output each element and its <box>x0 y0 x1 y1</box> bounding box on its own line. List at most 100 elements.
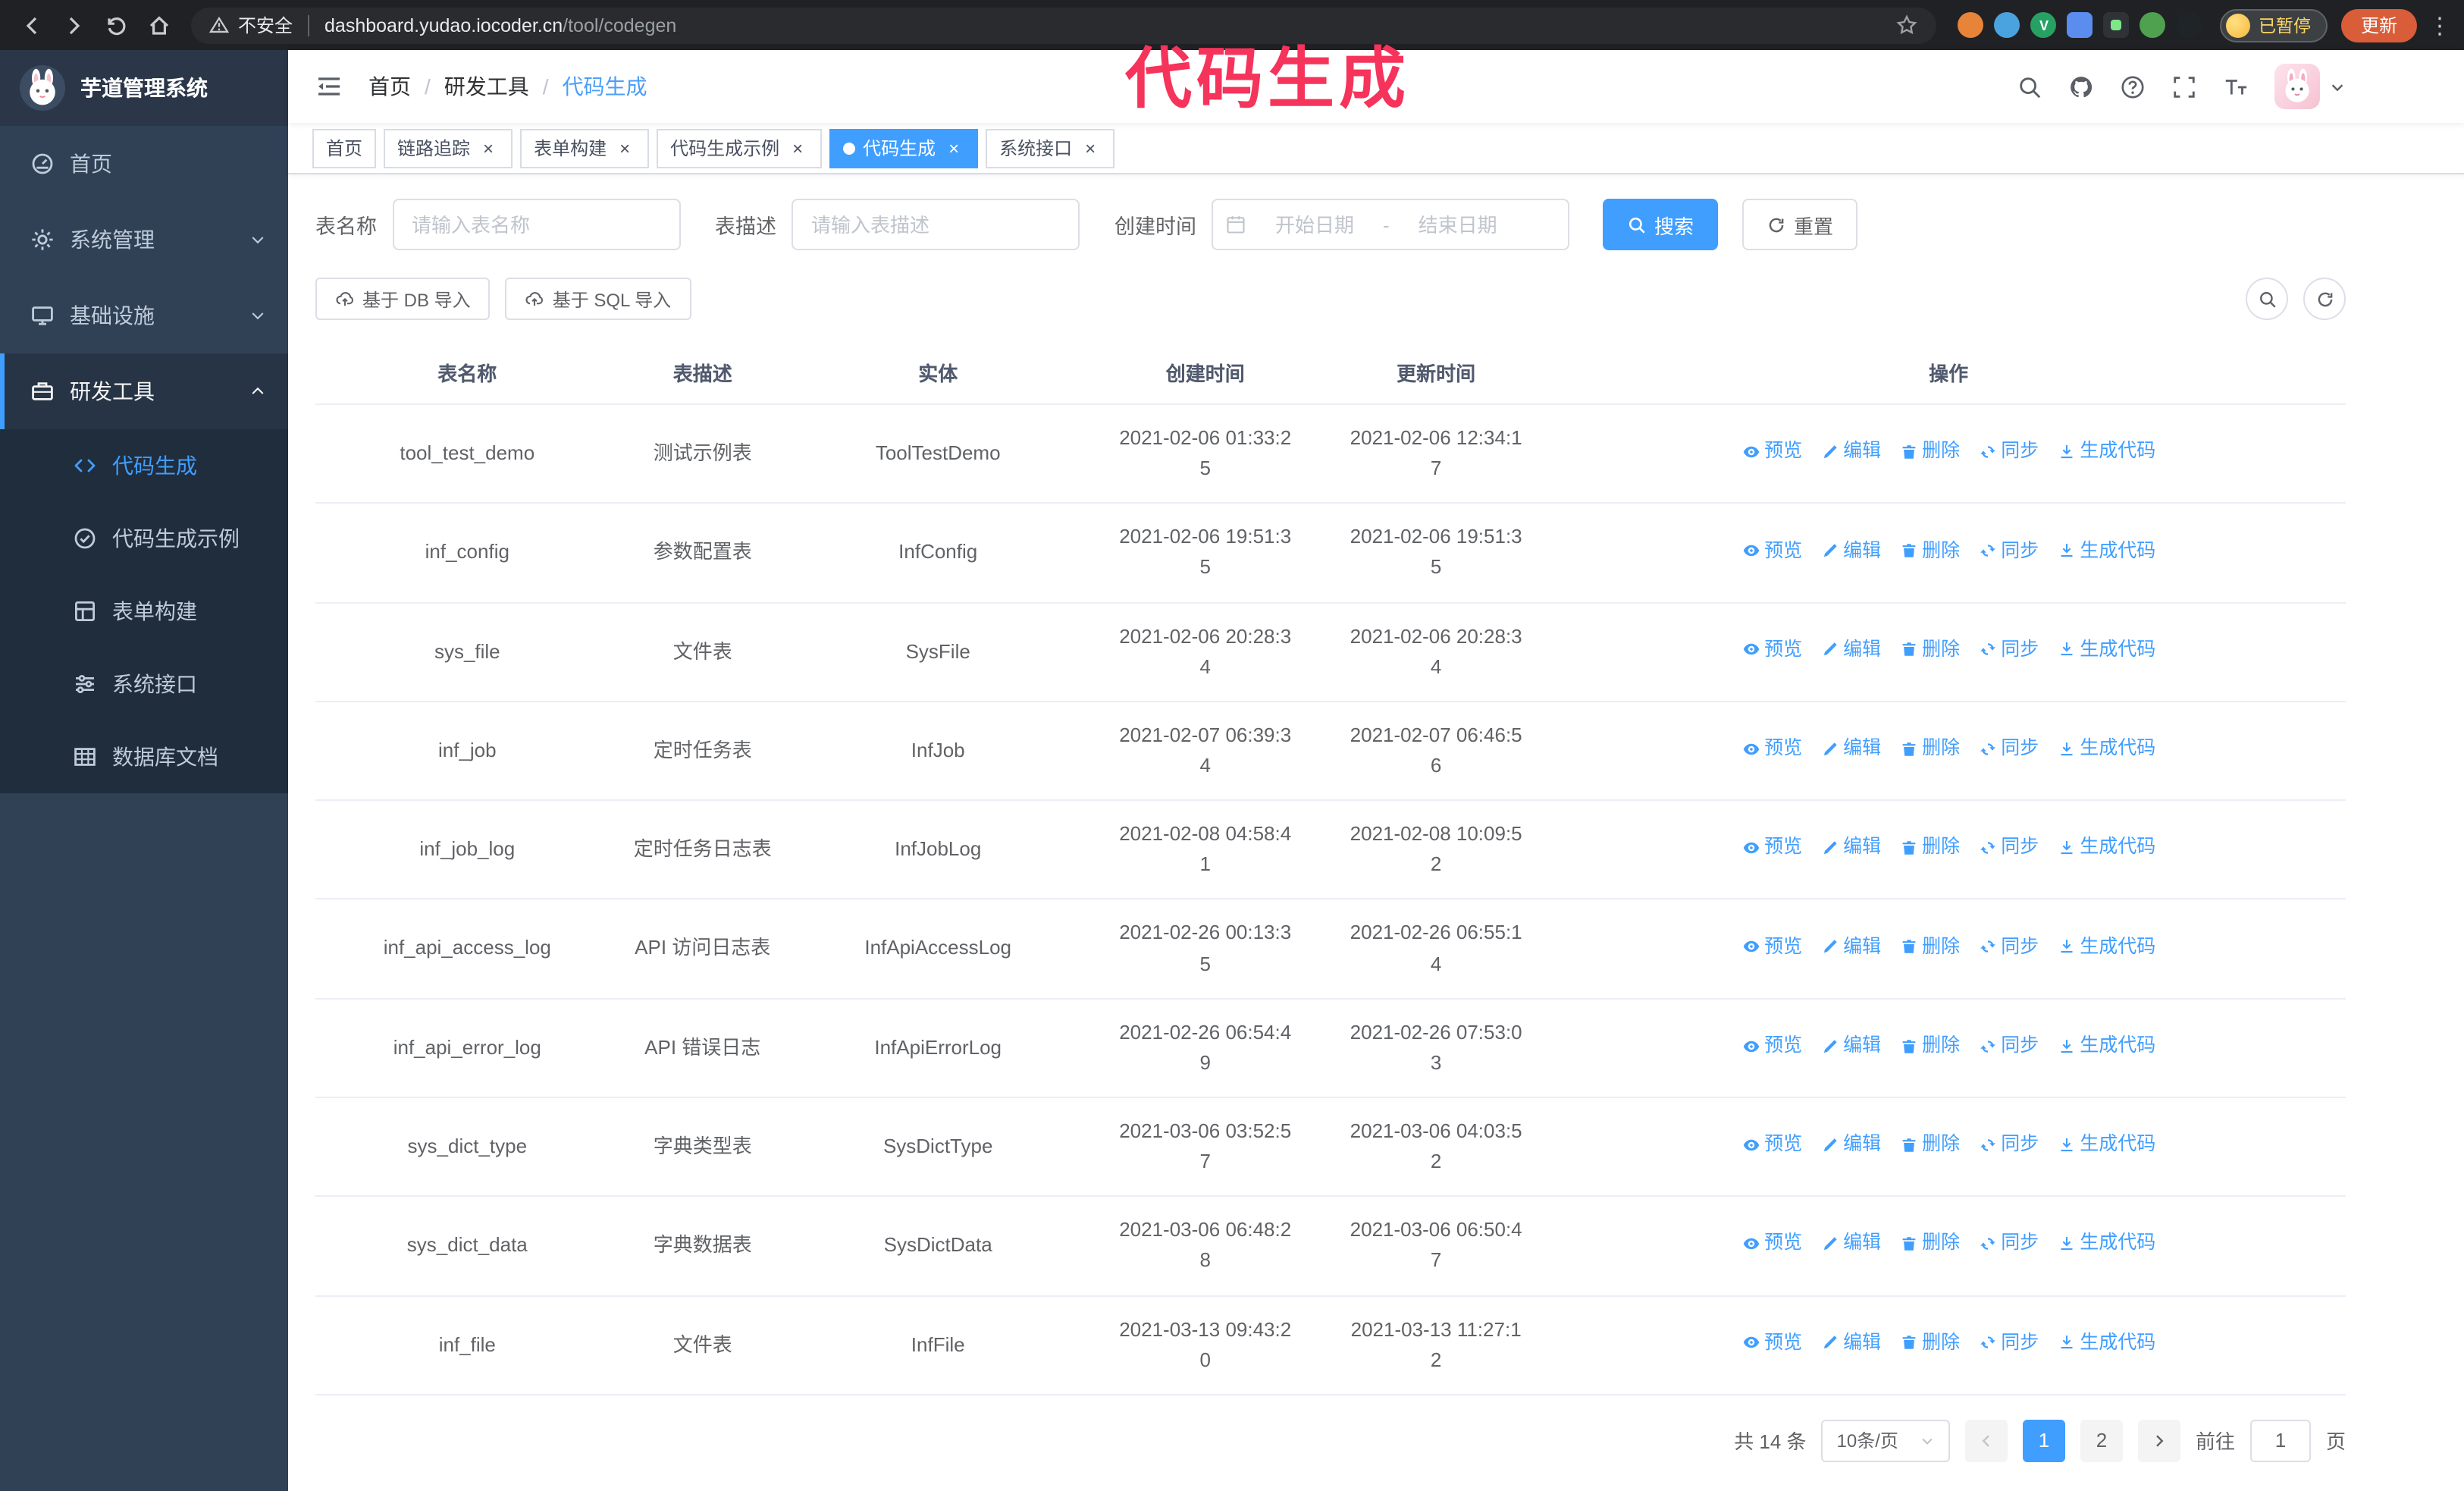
sidebar-toggle-button[interactable] <box>312 70 346 103</box>
sync-link[interactable]: 同步 <box>1978 1130 2039 1160</box>
tab-codegen[interactable]: 代码生成 × <box>829 128 979 168</box>
generate-code-link[interactable]: 生成代码 <box>2057 833 2155 863</box>
preview-link[interactable]: 预览 <box>1741 734 1802 764</box>
page-button-2[interactable]: 2 <box>2080 1419 2123 1462</box>
delete-link[interactable]: 删除 <box>1899 1229 1960 1259</box>
page-button-1[interactable]: 1 <box>2022 1419 2065 1462</box>
search-icon[interactable] <box>2017 74 2042 99</box>
table-name-input[interactable] <box>392 199 680 250</box>
extension-icon-6[interactable] <box>2140 12 2166 38</box>
sync-link[interactable]: 同步 <box>1978 833 2039 863</box>
edit-link[interactable]: 编辑 <box>1820 536 1881 566</box>
refresh-table-button[interactable] <box>2303 278 2346 320</box>
create-time-range-picker[interactable]: - <box>1212 199 1569 250</box>
sidebar-item-form-builder[interactable]: 表单构建 <box>0 575 288 648</box>
tab-close-icon[interactable]: × <box>1080 137 1101 159</box>
generate-code-link[interactable]: 生成代码 <box>2057 734 2155 764</box>
tab-close-icon[interactable]: × <box>943 137 964 159</box>
user-menu[interactable] <box>2274 64 2346 109</box>
start-date-input[interactable] <box>1249 212 1380 237</box>
goto-page-input[interactable] <box>2249 1419 2311 1462</box>
sync-link[interactable]: 同步 <box>1978 734 2039 764</box>
preview-link[interactable]: 预览 <box>1741 833 1802 863</box>
sync-link[interactable]: 同步 <box>1978 1329 2039 1358</box>
profile-chip[interactable]: 已暂停 <box>2220 8 2328 42</box>
edit-link[interactable]: 编辑 <box>1820 1130 1881 1160</box>
generate-code-link[interactable]: 生成代码 <box>2057 1329 2155 1358</box>
sidebar-item-system-api[interactable]: 系统接口 <box>0 648 288 720</box>
sidebar-item-codegen[interactable]: 代码生成 <box>0 429 288 502</box>
breadcrumb-dev-tools[interactable]: 研发工具 <box>444 71 529 102</box>
browser-back-button[interactable] <box>12 5 52 45</box>
generate-code-link[interactable]: 生成代码 <box>2057 636 2155 665</box>
tab-close-icon[interactable]: × <box>478 137 499 159</box>
sidebar-item-db-doc[interactable]: 数据库文档 <box>0 720 288 793</box>
fullscreen-icon[interactable] <box>2171 74 2197 99</box>
sidebar-item-dev-tools[interactable]: 研发工具 <box>0 353 288 429</box>
extension-icon-3[interactable]: V <box>2030 12 2057 38</box>
address-bar[interactable]: 不安全 dashboard.yudao.iocoder.cn/tool/code… <box>191 7 1937 43</box>
import-db-button[interactable]: 基于 DB 导入 <box>315 278 491 320</box>
help-icon[interactable] <box>2120 74 2146 99</box>
toggle-search-button[interactable] <box>2246 278 2288 320</box>
generate-code-link[interactable]: 生成代码 <box>2057 1229 2155 1259</box>
browser-update-button[interactable]: 更新 <box>2340 8 2417 42</box>
preview-link[interactable]: 预览 <box>1741 1229 1802 1259</box>
bookmark-star-icon[interactable] <box>1896 14 1919 36</box>
extension-icon-7[interactable] <box>2176 12 2202 38</box>
sync-link[interactable]: 同步 <box>1978 437 2039 466</box>
browser-home-button[interactable] <box>140 5 179 45</box>
preview-link[interactable]: 预览 <box>1741 1329 1802 1358</box>
preview-link[interactable]: 预览 <box>1741 932 1802 962</box>
breadcrumb-home[interactable]: 首页 <box>368 71 411 102</box>
sidebar-item-system-mgmt[interactable]: 系统管理 <box>0 202 288 278</box>
tab-close-icon[interactable]: × <box>787 137 808 159</box>
font-size-icon[interactable] <box>2223 74 2249 99</box>
preview-link[interactable]: 预览 <box>1741 636 1802 665</box>
delete-link[interactable]: 删除 <box>1899 833 1960 863</box>
tab-close-icon[interactable]: × <box>614 137 635 159</box>
edit-link[interactable]: 编辑 <box>1820 636 1881 665</box>
search-button[interactable]: 搜索 <box>1603 199 1719 250</box>
edit-link[interactable]: 编辑 <box>1820 437 1881 466</box>
extension-icon-4[interactable] <box>2067 12 2093 38</box>
edit-link[interactable]: 编辑 <box>1820 1329 1881 1358</box>
delete-link[interactable]: 删除 <box>1899 734 1960 764</box>
tab-codegen-example[interactable]: 代码生成示例 × <box>657 128 823 168</box>
app-logo[interactable]: 芋道管理系统 <box>0 50 288 126</box>
sync-link[interactable]: 同步 <box>1978 1031 2039 1061</box>
edit-link[interactable]: 编辑 <box>1820 932 1881 962</box>
sync-link[interactable]: 同步 <box>1978 636 2039 665</box>
delete-link[interactable]: 删除 <box>1899 1031 1960 1061</box>
sync-link[interactable]: 同步 <box>1978 932 2039 962</box>
delete-link[interactable]: 删除 <box>1899 636 1960 665</box>
reset-button[interactable]: 重置 <box>1742 199 1858 250</box>
delete-link[interactable]: 删除 <box>1899 932 1960 962</box>
generate-code-link[interactable]: 生成代码 <box>2057 932 2155 962</box>
next-page-button[interactable] <box>2137 1419 2180 1462</box>
tab-trace[interactable]: 链路追踪 × <box>384 128 513 168</box>
extension-icon-2[interactable] <box>1994 12 2020 38</box>
preview-link[interactable]: 预览 <box>1741 437 1802 466</box>
tab-system-api[interactable]: 系统接口 × <box>986 128 1115 168</box>
delete-link[interactable]: 删除 <box>1899 536 1960 566</box>
browser-forward-button[interactable] <box>55 5 94 45</box>
github-icon[interactable] <box>2068 74 2094 99</box>
tab-form-builder[interactable]: 表单构建 × <box>520 128 650 168</box>
generate-code-link[interactable]: 生成代码 <box>2057 536 2155 566</box>
sidebar-item-infrastructure[interactable]: 基础设施 <box>0 278 288 353</box>
edit-link[interactable]: 编辑 <box>1820 833 1881 863</box>
preview-link[interactable]: 预览 <box>1741 1130 1802 1160</box>
prev-page-button[interactable] <box>1964 1419 2008 1462</box>
sync-link[interactable]: 同步 <box>1978 1229 2039 1259</box>
generate-code-link[interactable]: 生成代码 <box>2057 437 2155 466</box>
generate-code-link[interactable]: 生成代码 <box>2057 1130 2155 1160</box>
table-desc-input[interactable] <box>792 199 1080 250</box>
edit-link[interactable]: 编辑 <box>1820 734 1881 764</box>
page-size-select[interactable]: 10条/页 <box>1821 1419 1950 1462</box>
browser-menu-button[interactable]: ⋮ <box>2428 11 2452 39</box>
delete-link[interactable]: 删除 <box>1899 1329 1960 1358</box>
extension-icon-5[interactable] <box>2103 12 2130 38</box>
generate-code-link[interactable]: 生成代码 <box>2057 1031 2155 1061</box>
sync-link[interactable]: 同步 <box>1978 536 2039 566</box>
